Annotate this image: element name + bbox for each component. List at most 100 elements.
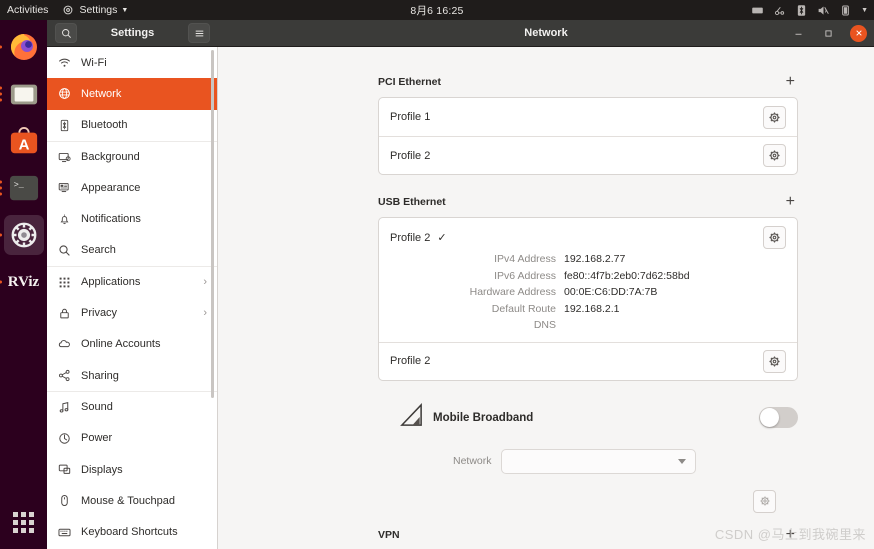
sidebar-item-appearance[interactable]: Appearance: [47, 172, 217, 203]
toggle-knob: [760, 408, 779, 427]
detail-label: Hardware Address: [469, 286, 556, 298]
search-button[interactable]: [55, 23, 77, 43]
displays-icon: [57, 463, 71, 477]
table-row[interactable]: Profile 2: [379, 341, 797, 380]
table-row-expanded[interactable]: Profile 2 ✓ IPv4 Address 192.168.2.77 IP…: [379, 218, 797, 342]
profile-name: Profile 2: [390, 231, 431, 244]
sidebar-item-search[interactable]: Search: [47, 235, 217, 266]
sidebar-item-bluetooth[interactable]: Bluetooth: [47, 110, 217, 141]
sidebar-item-label: Search: [81, 244, 116, 257]
sidebar-item-sound[interactable]: Sound: [47, 391, 217, 422]
sidebar-item-privacy[interactable]: Privacy ›: [47, 297, 217, 328]
table-row[interactable]: Profile 1: [379, 98, 797, 136]
dock-item-rviz[interactable]: RViz: [4, 262, 44, 302]
sidebar-item-label: Network: [81, 87, 122, 100]
sidebar-item-notifications[interactable]: Notifications: [47, 203, 217, 234]
cellular-signal-icon: [399, 402, 424, 433]
profile-name: Profile 2: [390, 149, 431, 162]
section-usb-ethernet: USB Ethernet + Profile 2 ✓ IPv4 Address …: [378, 194, 798, 381]
dock-item-ubuntu-software[interactable]: A: [4, 121, 44, 161]
detail-ipv6: IPv6 Address fe80::4f7b:2eb0:7d62:58bd: [390, 268, 786, 285]
sidebar-scrollbar[interactable]: [211, 50, 214, 398]
close-icon: [855, 30, 862, 36]
detail-hardware-address: Hardware Address 00:0E:C6:DD:7A:7B: [390, 284, 786, 301]
ubuntu-software-icon: A: [10, 127, 37, 153]
profile-settings-button[interactable]: [763, 226, 786, 249]
usb-ethernet-card: Profile 2 ✓ IPv4 Address 192.168.2.77 IP…: [378, 217, 798, 381]
dock-item-terminal[interactable]: >_: [4, 168, 44, 208]
lock-icon: [57, 306, 71, 320]
gear-icon: [769, 232, 780, 243]
bell-icon: [57, 212, 71, 226]
show-applications-button[interactable]: [5, 503, 43, 541]
profile-settings-button[interactable]: [763, 105, 786, 129]
network-icon: [773, 4, 786, 17]
sidebar-item-online-accounts[interactable]: Online Accounts: [47, 329, 217, 360]
activities-button[interactable]: Activities: [7, 4, 48, 16]
add-usb-ethernet-button[interactable]: +: [783, 194, 798, 210]
add-pci-ethernet-button[interactable]: +: [783, 74, 798, 90]
sidebar-item-displays[interactable]: Displays: [47, 454, 217, 485]
appearance-icon: [57, 181, 71, 195]
maximize-button[interactable]: [820, 25, 837, 42]
files-icon: [10, 84, 37, 105]
mobile-network-field: Network: [453, 448, 798, 474]
dock-item-files[interactable]: [4, 74, 44, 114]
sidebar-item-sharing[interactable]: Sharing: [47, 360, 217, 391]
settings-sidebar[interactable]: Wi-Fi Network Bluetooth Background Appearanc…: [47, 47, 218, 549]
main-menu-button[interactable]: [188, 23, 210, 43]
window-titlebar: Settings Network: [47, 20, 874, 47]
svg-text:A: A: [18, 136, 29, 153]
sidebar-item-label: Appearance: [81, 181, 141, 194]
table-row[interactable]: Profile 2: [379, 136, 797, 174]
sidebar-item-label: Displays: [81, 463, 123, 476]
sidebar-item-network[interactable]: Network: [47, 78, 217, 110]
detail-label: Default Route: [491, 302, 556, 315]
chevron-down-icon[interactable]: ▼: [861, 7, 868, 14]
dock-item-settings[interactable]: [3, 215, 44, 255]
sidebar-item-mouse-touchpad[interactable]: Mouse & Touchpad: [47, 485, 217, 516]
pci-ethernet-title: PCI Ethernet: [378, 76, 442, 88]
profile-settings-button[interactable]: [763, 144, 786, 167]
volume-icon: [817, 4, 830, 17]
network-select[interactable]: [500, 448, 696, 474]
dock-item-firefox[interactable]: [4, 27, 44, 67]
sidebar-item-power[interactable]: Power: [47, 423, 217, 454]
system-indicators[interactable]: ▼: [751, 4, 868, 17]
mobile-broadband-toggle[interactable]: [759, 407, 798, 428]
detail-label: IPv4 Address: [494, 253, 556, 265]
power-icon: [57, 431, 71, 445]
share-icon: [57, 369, 71, 383]
detail-dns: DNS: [390, 317, 786, 334]
add-vpn-button[interactable]: +: [783, 526, 798, 543]
mobile-broadband-settings-button[interactable]: [753, 489, 776, 513]
chevron-right-icon: ›: [203, 307, 207, 320]
sidebar-item-label: Bluetooth: [81, 119, 128, 132]
keyboard-icon: [57, 525, 71, 539]
settings-window: Settings Network Wi-Fi Network Bluetooth…: [47, 20, 874, 549]
detail-value: 192.168.2.1: [564, 302, 620, 315]
clock[interactable]: 8月6 16:25: [0, 3, 874, 18]
app-menu-button[interactable]: Settings ▼: [62, 4, 128, 17]
section-mobile-broadband: Mobile Broadband Network: [378, 402, 798, 513]
chevron-right-icon: ›: [203, 276, 207, 289]
sidebar-item-keyboard-shortcuts[interactable]: Keyboard Shortcuts: [47, 516, 217, 547]
detail-value: 00:0E:C6:DD:7A:7B: [564, 286, 658, 298]
background-icon: [57, 150, 71, 164]
sidebar-header: Settings: [47, 20, 218, 46]
minimize-button[interactable]: [790, 25, 807, 42]
detail-value: 192.168.2.77: [564, 253, 626, 265]
mobile-broadband-title: Mobile Broadband: [433, 411, 534, 424]
bluetooth-icon: [57, 118, 71, 132]
connected-check-icon: ✓: [437, 232, 447, 244]
sidebar-title: Settings: [110, 27, 155, 39]
chevron-down-icon: [677, 458, 686, 464]
mouse-icon: [57, 494, 71, 508]
profile-settings-button[interactable]: [763, 349, 786, 373]
sidebar-item-wi-fi[interactable]: Wi-Fi: [47, 47, 217, 78]
close-button[interactable]: [850, 24, 867, 42]
sidebar-item-label: Privacy: [81, 307, 118, 320]
sound-note-icon: [57, 400, 71, 414]
sidebar-item-background[interactable]: Background: [47, 140, 217, 172]
sidebar-item-applications[interactable]: Applications ›: [47, 266, 217, 297]
